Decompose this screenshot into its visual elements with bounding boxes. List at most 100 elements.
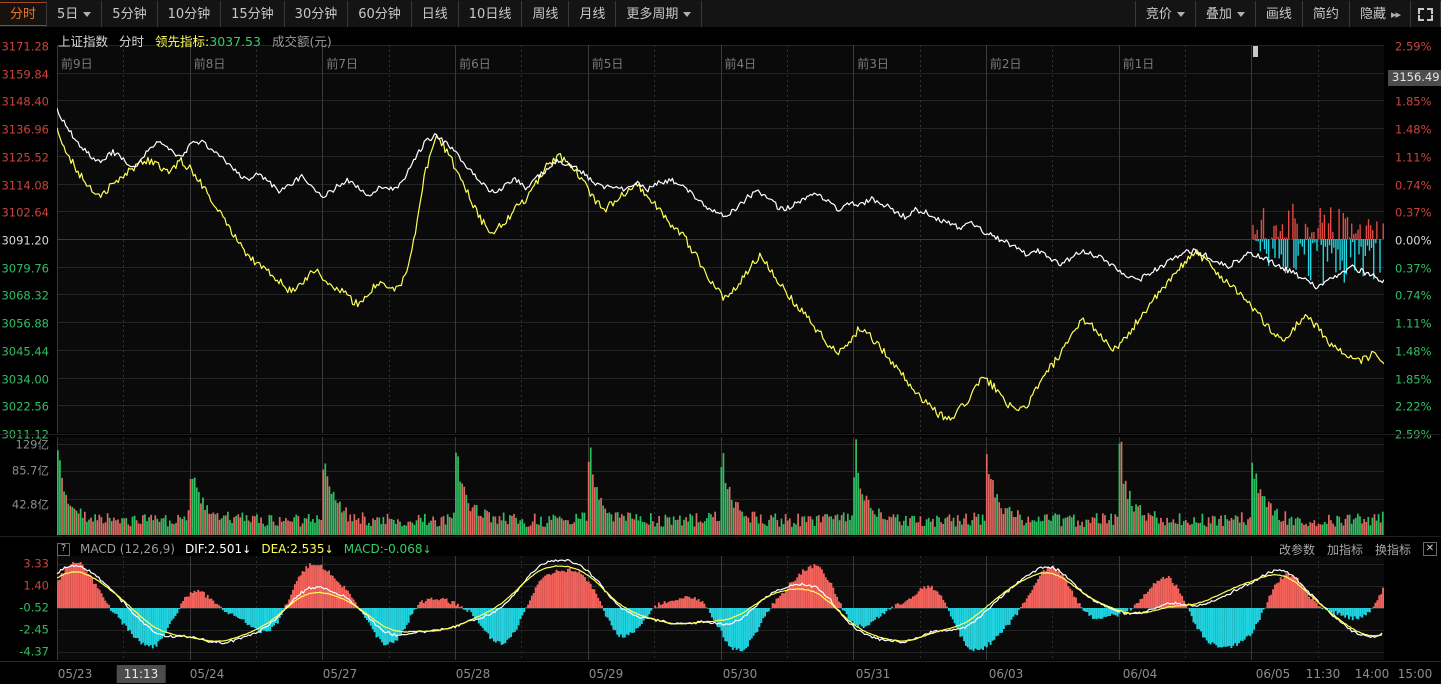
help-icon[interactable]: ?	[57, 542, 70, 556]
period-button-label: 60分钟	[358, 6, 401, 22]
price-axis-label: 3034.00	[1, 371, 49, 386]
tool-button-4[interactable]: 隐藏 ▸▸	[1348, 1, 1411, 27]
percent-axis-label: 0.74%	[1395, 288, 1432, 303]
price-axis-label: 3148.40	[1, 94, 49, 109]
period-button-5[interactable]: 30分钟	[283, 1, 349, 27]
time-axis-label: 15:00	[1397, 667, 1433, 681]
tool-button-label: 简约	[1312, 6, 1339, 22]
price-axis-label: 3114.08	[1, 177, 49, 192]
legend-lead-indicator: 领先指标:3037.53	[155, 31, 261, 50]
macd-axis-label: -4.37	[19, 644, 49, 659]
crosshair-marker-icon	[1253, 46, 1258, 57]
time-axis-label: 05/28	[455, 667, 491, 681]
day-marker-label: 前9日	[61, 57, 93, 71]
add-indicator-button[interactable]: 加指标	[1327, 541, 1363, 558]
price-axis-label: 3056.88	[1, 316, 49, 331]
period-button-label: 日线	[421, 6, 448, 22]
percent-axis-label: 1.85%	[1395, 94, 1432, 109]
day-marker-label: 前2日	[989, 57, 1022, 71]
time-axis-label: 11:30	[1305, 667, 1341, 681]
percent-axis-label: 1.48%	[1395, 344, 1432, 359]
price-axis-label: 3136.96	[1, 122, 49, 137]
period-button-8[interactable]: 10日线	[457, 1, 523, 27]
tool-button-label: 画线	[1265, 6, 1292, 22]
tool-button-3[interactable]: 简约	[1301, 1, 1350, 27]
day-marker-label: 前3日	[857, 57, 889, 71]
legend-index-name: 上证指数	[58, 33, 109, 49]
price-axis-label: 3171.28	[1, 39, 49, 54]
day-marker-labels: 前9日 前8日 前7日 前6日 前5日 前4日 前3日 前2日 前1日	[57, 53, 1384, 71]
price-axis-left: 3171.28 3159.84 3148.40 3136.96 3125.52 3114.…	[0, 41, 53, 440]
period-button-0[interactable]: 分时	[0, 2, 48, 26]
period-button-9[interactable]: 周线	[521, 1, 570, 27]
macd-header: ? MACD (12,26,9) DIF:2.501↓ DEA:2.535↓ M…	[57, 540, 432, 558]
period-button-1[interactable]: 5日	[46, 1, 103, 27]
percent-axis-label: 2.59%	[1395, 427, 1432, 442]
macd-dif-arrow-icon: ↓	[242, 543, 252, 556]
period-toolbar: 分时 5日 5分钟 10分钟 15分钟 30分钟 60分钟 日线 10日线 周线 月线 更多周期 竞价…	[0, 0, 1441, 28]
percent-axis-label: 1.11%	[1395, 316, 1432, 331]
chevron-down-icon	[1236, 11, 1245, 17]
volume-axis-left: 129亿 85.7亿 42.8亿	[0, 437, 53, 535]
stock-chart-app: 分时 5日 5分钟 10分钟 15分钟 30分钟 60分钟 日线 10日线 周线 月线 更多周期 竞价…	[0, 0, 1441, 684]
period-button-3[interactable]: 10分钟	[156, 1, 222, 27]
price-axis-label: 3022.56	[1, 399, 49, 414]
percent-axis-label: 1.48%	[1395, 122, 1432, 137]
time-axis-label: 06/03	[988, 667, 1024, 681]
period-button-label: 10分钟	[167, 6, 211, 22]
price-axis-right: 2.59% 2.22% 1.85% 1.48% 1.11% 0.74% 0.37% 0.00%…	[1388, 41, 1441, 440]
close-icon[interactable]: ✕	[1423, 542, 1437, 556]
period-button-2[interactable]: 5分钟	[101, 1, 158, 27]
chevron-down-icon	[1176, 11, 1185, 17]
edit-params-button[interactable]: 改参数	[1279, 541, 1315, 558]
period-button-11[interactable]: 更多周期	[615, 1, 703, 27]
tool-button-0[interactable]: 竞价	[1134, 1, 1196, 27]
macd-value-readout: MACD:-0.068↓	[344, 542, 432, 556]
period-button-6[interactable]: 60分钟	[347, 1, 412, 27]
tool-button-label: 隐藏	[1359, 6, 1386, 22]
price-axis-label: 3102.64	[1, 205, 49, 220]
price-chart-plot[interactable]	[57, 45, 1384, 433]
period-button-label: 月线	[579, 6, 606, 22]
time-axis-label: 05/24	[189, 667, 225, 681]
macd-dif-readout: DIF:2.501↓	[185, 542, 251, 556]
day-marker-label: 前8日	[193, 57, 226, 71]
chevron-double-right-icon: ▸▸	[1390, 7, 1401, 21]
macd-arrow-icon: ↓	[422, 543, 432, 556]
tool-button-2[interactable]: 画线	[1254, 1, 1303, 27]
volume-chart-plot[interactable]	[57, 437, 1384, 535]
price-highlight-badge: 3156.49	[1388, 70, 1441, 86]
macd-dea-value: DEA:2.535	[261, 542, 325, 556]
fullscreen-button[interactable]	[1410, 1, 1441, 27]
period-button-label: 5分钟	[112, 6, 147, 22]
percent-axis-label: 1.85%	[1395, 371, 1432, 386]
day-marker-label: 前4日	[724, 57, 757, 71]
macd-dea-arrow-icon: ↓	[324, 543, 334, 556]
period-button-7[interactable]: 日线	[410, 1, 459, 27]
period-button-4[interactable]: 15分钟	[220, 1, 285, 27]
macd-chart-plot[interactable]	[57, 556, 1384, 660]
price-axis-label: 3068.32	[1, 288, 49, 303]
period-button-label: 5日	[57, 6, 79, 22]
period-button-label: 15分钟	[231, 6, 274, 22]
volume-chart-svg	[57, 437, 1384, 535]
tool-button-1[interactable]: 叠加	[1194, 1, 1256, 27]
time-axis-label: 06/05	[1255, 667, 1291, 681]
price-axis-label: 3045.44	[1, 344, 49, 359]
tool-button-label: 叠加	[1205, 6, 1232, 22]
macd-indicator-name: MACD (12,26,9)	[80, 542, 175, 556]
percent-axis-label: 0.74%	[1395, 177, 1432, 192]
day-marker-label: 前1日	[1122, 57, 1155, 71]
macd-tools: 改参数 加指标 换指标 ✕	[1279, 540, 1437, 558]
chevron-down-icon	[683, 11, 692, 17]
change-indicator-button[interactable]: 换指标	[1375, 541, 1411, 558]
legend-lead-label: 领先指标:	[155, 33, 210, 49]
period-button-10[interactable]: 月线	[568, 1, 617, 27]
macd-dif-value: DIF:2.501	[184, 542, 243, 556]
toolbar-left-group: 分时 5日 5分钟 10分钟 15分钟 30分钟 60分钟 日线 10日线 周线 月线 更多周期	[0, 0, 703, 27]
macd-macd-value: MACD:-0.068	[343, 542, 423, 556]
period-button-label: 周线	[532, 6, 559, 22]
panel-divider-volume	[0, 434, 1441, 435]
macd-axis-label: -0.52	[19, 600, 49, 615]
percent-axis-label: 2.22%	[1395, 399, 1432, 414]
